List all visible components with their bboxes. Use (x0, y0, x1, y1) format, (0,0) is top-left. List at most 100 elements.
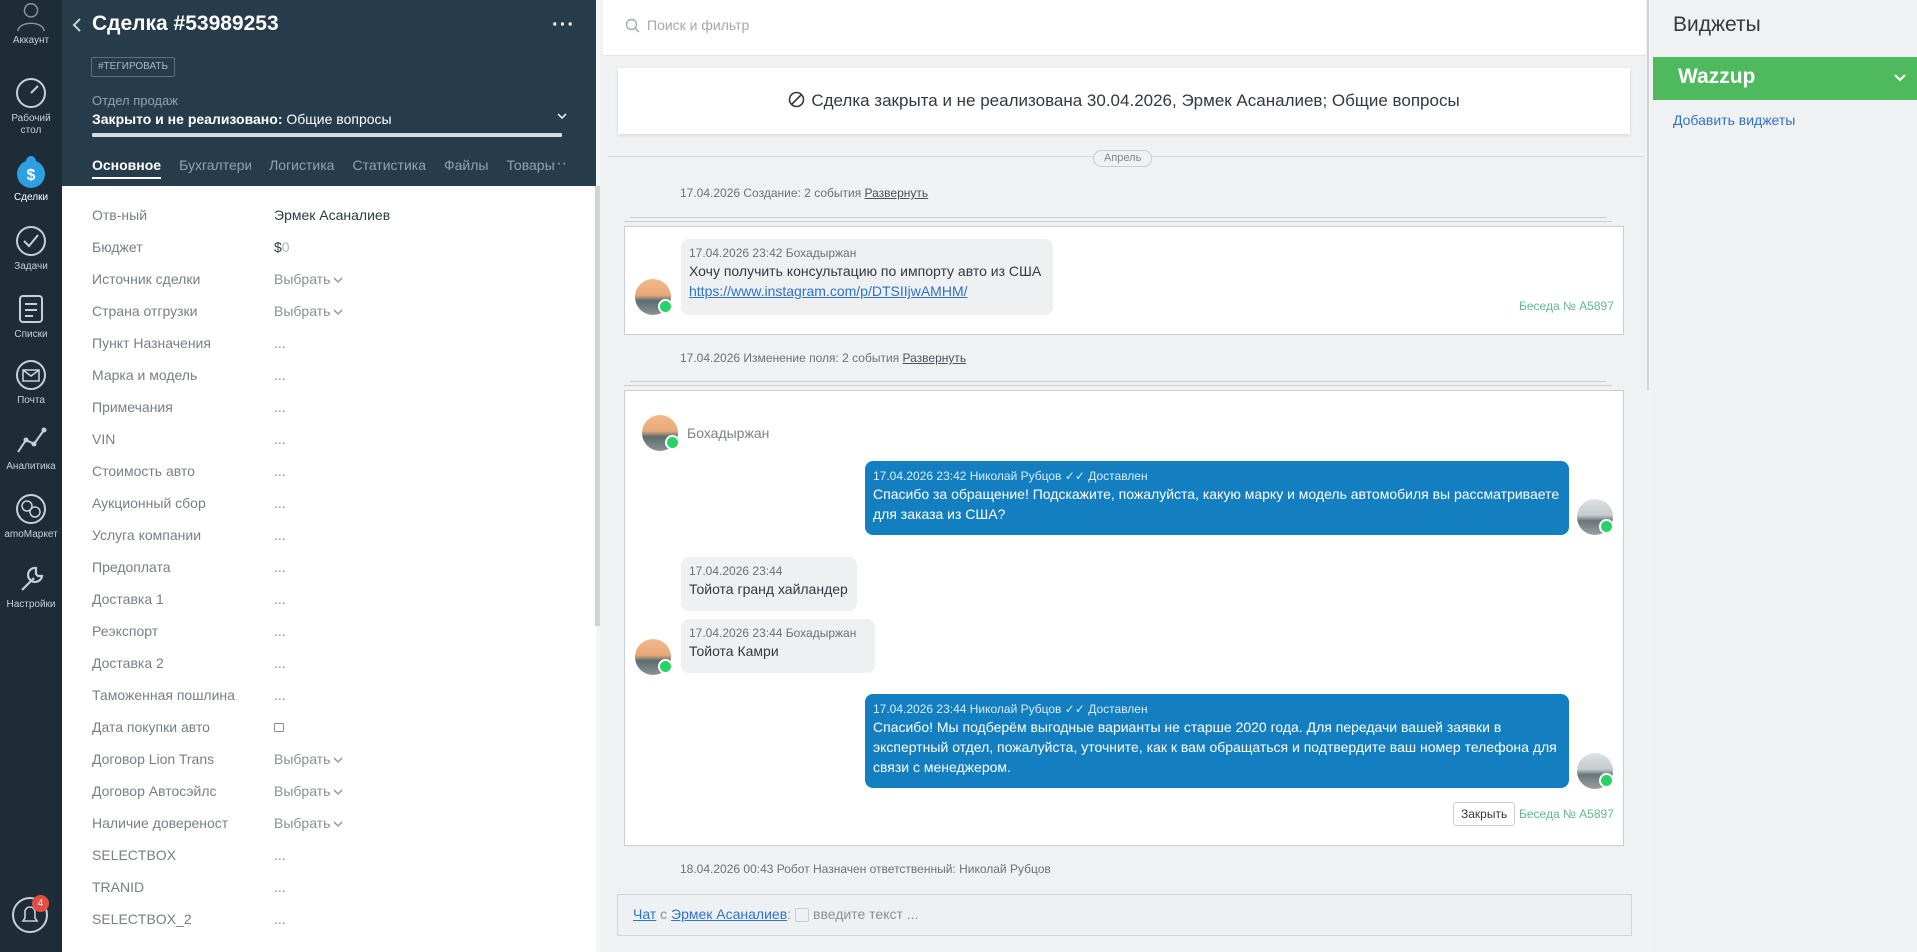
nav-tasks[interactable]: Задачи (0, 224, 62, 273)
field-label: Доставка 1 (92, 591, 164, 607)
stage-select[interactable]: Закрыто и не реализовано: Общие вопросы (92, 111, 392, 127)
empty-field-value[interactable]: ... (274, 911, 286, 927)
conversation-number[interactable]: Беседа № A5897 (1519, 299, 1614, 313)
double-check-icon: ✓✓ (1064, 702, 1085, 716)
field-label: Бюджет (92, 239, 143, 255)
wazzup-widget[interactable]: Wazzup (1653, 57, 1917, 100)
deal-field-row: Аукционный сбор... (92, 491, 582, 523)
nav-analytics[interactable]: Аналитика (0, 424, 62, 473)
conversation-number[interactable]: Беседа № A5897 (1519, 807, 1614, 821)
notifications-badge: 4 (32, 895, 49, 912)
empty-field-value[interactable]: ... (274, 687, 286, 703)
deal-field-row: Отв-ный Эрмек Асаналиев (92, 203, 582, 235)
nav-market[interactable]: amoМаркет (0, 492, 62, 541)
empty-field-value[interactable]: ... (274, 879, 286, 895)
select-field[interactable]: Выбрать (274, 271, 343, 287)
message-link[interactable]: https://www.instagram.com/p/DTSIIjwAMHM/ (689, 283, 968, 299)
whatsapp-icon (1599, 773, 1614, 788)
expand-link[interactable]: Развернуть (865, 186, 929, 200)
deal-field-row: Договор Автосэйлс Выбрать (92, 779, 582, 811)
select-field[interactable]: Выбрать (274, 751, 343, 767)
deal-field-row: Доставка 2... (92, 651, 582, 683)
whatsapp-icon (658, 299, 673, 314)
nav-account[interactable]: Аккаунт (0, 0, 62, 47)
field-label: Услуга компании (92, 527, 202, 543)
contact-name: Бохадыржан (687, 425, 770, 441)
conversation-card: 17.04.2026 23:42 Бохадыржан Хочу получит… (624, 226, 1624, 335)
event-field-change-text: 17.04.2026 Изменение поля: 2 события (680, 351, 903, 365)
select-field[interactable]: Выбрать (274, 303, 343, 319)
message-bubble-incoming: 17.04.2026 23:44 Бохадыржан Тойота Камри (681, 619, 875, 673)
message-meta: 17.04.2026 23:42 Николай Рубцов (873, 469, 1062, 483)
tab-main[interactable]: Основное (92, 157, 162, 179)
tab-accounting[interactable]: Бухгалтерия (179, 157, 251, 173)
field-label: Источник сделки (92, 271, 201, 287)
empty-field-value[interactable]: ... (274, 495, 286, 511)
event-field-change: 17.04.2026 Изменение поля: 2 события Раз… (680, 351, 966, 365)
nav-account-label: Аккаунт (12, 35, 50, 46)
empty-field-value[interactable]: ... (274, 591, 286, 607)
select-value: Выбрать (274, 751, 331, 767)
tab-products[interactable]: Товары (506, 157, 554, 173)
deal-fields: Отв-ный Эрмек Асаналиев Бюджет $0 Источник с… (92, 203, 582, 939)
chat-with-text: с (656, 906, 672, 922)
message-text: Спасибо за обращение! Подскажите, пожалу… (873, 486, 1560, 522)
chevron-down-icon (333, 277, 343, 284)
nav-settings[interactable]: Настройки (0, 562, 62, 611)
chevron-down-icon[interactable] (556, 110, 568, 122)
message-bubble-incoming: 17.04.2026 23:42 Бохадыржан Хочу получит… (681, 239, 1053, 315)
message-meta: 17.04.2026 23:44 Бохадыржан (689, 626, 857, 640)
empty-field-value[interactable]: ... (274, 335, 286, 351)
recipient-dropdown[interactable] (795, 908, 810, 923)
select-value: Выбрать (274, 303, 331, 319)
conversation-card: Бохадыржан 17.04.2026 23:42 Николай Рубц… (624, 390, 1624, 846)
empty-field-value[interactable]: ... (274, 431, 286, 447)
empty-field-value[interactable]: ... (274, 655, 286, 671)
empty-field-value[interactable]: ... (274, 367, 286, 383)
tab-logistics[interactable]: Логистика (269, 157, 334, 173)
nav-mail[interactable]: Почта (0, 358, 62, 407)
empty-field-value[interactable]: ... (274, 847, 286, 863)
market-icon (16, 494, 46, 524)
tab-files[interactable]: Файлы (444, 157, 488, 173)
tag-button[interactable]: #ТЕГИРОВАТЬ (91, 57, 176, 77)
expand-link[interactable]: Развернуть (903, 351, 967, 365)
message-text: Тойота Камри (689, 643, 779, 659)
back-arrow-icon[interactable] (71, 16, 83, 34)
empty-field-value[interactable]: ... (274, 623, 286, 639)
field-label: VIN (92, 431, 116, 447)
responsible-user-value[interactable]: Эрмек Асаналиев (274, 207, 390, 223)
field-label: Примечания (92, 399, 173, 415)
stage-reason: Общие вопросы (282, 111, 392, 127)
nav-deals[interactable]: $ Сделки (0, 155, 62, 204)
select-field[interactable]: Выбрать (274, 815, 343, 831)
close-conversation-button[interactable]: Закрыть (1453, 802, 1516, 826)
analytics-icon (17, 427, 47, 453)
calendar-icon (274, 723, 284, 732)
chat-input-bar[interactable]: Чат с Эрмек Асаналиев: введите текст ... (617, 894, 1632, 936)
empty-field-value[interactable]: ... (274, 463, 286, 479)
budget-field[interactable]: $0 (274, 239, 290, 255)
chevron-down-icon[interactable] (1893, 73, 1907, 83)
date-field[interactable] (274, 719, 284, 735)
select-value: Выбрать (274, 815, 331, 831)
nav-dashboard[interactable]: Рабочий стол (0, 76, 62, 137)
nav-mail-label: Почта (17, 395, 45, 406)
field-label: Реэкспорт (92, 623, 159, 639)
add-widgets-link[interactable]: Добавить виджеты (1673, 112, 1795, 128)
field-label: Доставка 2 (92, 655, 164, 671)
empty-field-value[interactable]: ... (274, 399, 286, 415)
chat-mode-link[interactable]: Чат (633, 906, 656, 922)
select-field[interactable]: Выбрать (274, 783, 343, 799)
chat-input-placeholder[interactable]: введите текст ... (813, 906, 918, 922)
tabs-more-button[interactable]: ··· (551, 155, 567, 173)
chat-contact-link[interactable]: Эрмек Асаналиев (671, 906, 787, 922)
empty-field-value[interactable]: ... (274, 559, 286, 575)
empty-field-value[interactable]: ... (274, 527, 286, 543)
more-menu-icon[interactable]: ··· (552, 14, 575, 37)
search-bar[interactable]: Поиск и фильтр (603, 0, 1646, 56)
feed-scrollbar[interactable] (1647, 0, 1649, 390)
tab-statistics[interactable]: Статистика (352, 157, 426, 173)
nav-lists[interactable]: Списки (0, 292, 62, 341)
whatsapp-icon (1599, 519, 1614, 534)
